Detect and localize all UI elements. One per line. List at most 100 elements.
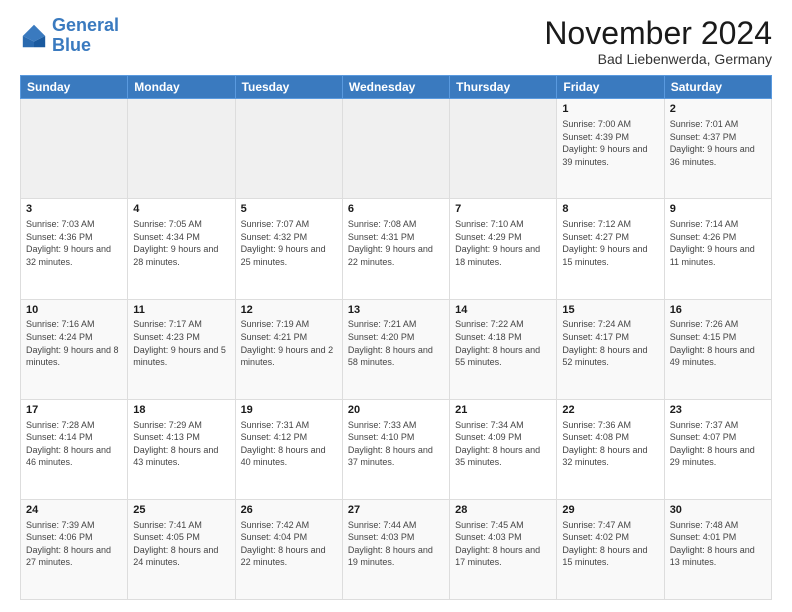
day-number: 21 [455,403,551,418]
logo-text: General Blue [52,16,119,56]
day-number: 20 [348,403,444,418]
calendar-header-row: Sunday Monday Tuesday Wednesday Thursday… [21,76,772,99]
calendar-week-1: 1Sunrise: 7:00 AMSunset: 4:39 PMDaylight… [21,99,772,199]
day-info: Sunrise: 7:41 AMSunset: 4:05 PMDaylight:… [133,519,229,569]
day-number: 1 [562,102,658,117]
col-thursday: Thursday [450,76,557,99]
day-info: Sunrise: 7:29 AMSunset: 4:13 PMDaylight:… [133,419,229,469]
day-number: 2 [670,102,766,117]
calendar-cell [235,99,342,199]
day-number: 14 [455,303,551,318]
day-info: Sunrise: 7:00 AMSunset: 4:39 PMDaylight:… [562,118,658,168]
calendar-cell: 15Sunrise: 7:24 AMSunset: 4:17 PMDayligh… [557,299,664,399]
day-info: Sunrise: 7:28 AMSunset: 4:14 PMDaylight:… [26,419,122,469]
calendar-week-3: 10Sunrise: 7:16 AMSunset: 4:24 PMDayligh… [21,299,772,399]
logo-icon [20,22,48,50]
day-number: 3 [26,202,122,217]
day-number: 26 [241,503,337,518]
col-friday: Friday [557,76,664,99]
logo-blue: Blue [52,35,91,55]
calendar-cell: 23Sunrise: 7:37 AMSunset: 4:07 PMDayligh… [664,399,771,499]
calendar-cell: 19Sunrise: 7:31 AMSunset: 4:12 PMDayligh… [235,399,342,499]
calendar-cell [128,99,235,199]
month-title: November 2024 [544,16,772,51]
day-number: 16 [670,303,766,318]
day-info: Sunrise: 7:48 AMSunset: 4:01 PMDaylight:… [670,519,766,569]
calendar-week-2: 3Sunrise: 7:03 AMSunset: 4:36 PMDaylight… [21,199,772,299]
day-info: Sunrise: 7:36 AMSunset: 4:08 PMDaylight:… [562,419,658,469]
header-area: General Blue November 2024 Bad Liebenwer… [20,16,772,67]
col-wednesday: Wednesday [342,76,449,99]
calendar-cell: 27Sunrise: 7:44 AMSunset: 4:03 PMDayligh… [342,499,449,599]
day-info: Sunrise: 7:34 AMSunset: 4:09 PMDaylight:… [455,419,551,469]
day-info: Sunrise: 7:05 AMSunset: 4:34 PMDaylight:… [133,218,229,268]
calendar-cell [342,99,449,199]
day-number: 8 [562,202,658,217]
calendar-cell: 12Sunrise: 7:19 AMSunset: 4:21 PMDayligh… [235,299,342,399]
day-number: 25 [133,503,229,518]
day-info: Sunrise: 7:03 AMSunset: 4:36 PMDaylight:… [26,218,122,268]
calendar-cell: 29Sunrise: 7:47 AMSunset: 4:02 PMDayligh… [557,499,664,599]
day-number: 11 [133,303,229,318]
day-number: 7 [455,202,551,217]
day-info: Sunrise: 7:45 AMSunset: 4:03 PMDaylight:… [455,519,551,569]
day-info: Sunrise: 7:26 AMSunset: 4:15 PMDaylight:… [670,318,766,368]
calendar-cell: 5Sunrise: 7:07 AMSunset: 4:32 PMDaylight… [235,199,342,299]
day-info: Sunrise: 7:44 AMSunset: 4:03 PMDaylight:… [348,519,444,569]
day-number: 15 [562,303,658,318]
col-monday: Monday [128,76,235,99]
subtitle: Bad Liebenwerda, Germany [544,51,772,67]
calendar-cell: 30Sunrise: 7:48 AMSunset: 4:01 PMDayligh… [664,499,771,599]
day-number: 10 [26,303,122,318]
day-info: Sunrise: 7:01 AMSunset: 4:37 PMDaylight:… [670,118,766,168]
day-number: 23 [670,403,766,418]
title-area: November 2024 Bad Liebenwerda, Germany [544,16,772,67]
day-number: 29 [562,503,658,518]
day-number: 27 [348,503,444,518]
calendar-cell: 13Sunrise: 7:21 AMSunset: 4:20 PMDayligh… [342,299,449,399]
day-info: Sunrise: 7:17 AMSunset: 4:23 PMDaylight:… [133,318,229,368]
day-number: 5 [241,202,337,217]
calendar-cell: 8Sunrise: 7:12 AMSunset: 4:27 PMDaylight… [557,199,664,299]
day-number: 4 [133,202,229,217]
calendar-cell: 10Sunrise: 7:16 AMSunset: 4:24 PMDayligh… [21,299,128,399]
calendar-cell: 18Sunrise: 7:29 AMSunset: 4:13 PMDayligh… [128,399,235,499]
day-number: 17 [26,403,122,418]
calendar-cell: 4Sunrise: 7:05 AMSunset: 4:34 PMDaylight… [128,199,235,299]
day-number: 30 [670,503,766,518]
calendar-cell: 6Sunrise: 7:08 AMSunset: 4:31 PMDaylight… [342,199,449,299]
day-info: Sunrise: 7:24 AMSunset: 4:17 PMDaylight:… [562,318,658,368]
calendar-cell [450,99,557,199]
day-info: Sunrise: 7:12 AMSunset: 4:27 PMDaylight:… [562,218,658,268]
calendar-cell: 9Sunrise: 7:14 AMSunset: 4:26 PMDaylight… [664,199,771,299]
calendar-cell: 16Sunrise: 7:26 AMSunset: 4:15 PMDayligh… [664,299,771,399]
day-info: Sunrise: 7:39 AMSunset: 4:06 PMDaylight:… [26,519,122,569]
calendar-cell: 11Sunrise: 7:17 AMSunset: 4:23 PMDayligh… [128,299,235,399]
day-info: Sunrise: 7:22 AMSunset: 4:18 PMDaylight:… [455,318,551,368]
calendar-week-4: 17Sunrise: 7:28 AMSunset: 4:14 PMDayligh… [21,399,772,499]
day-info: Sunrise: 7:21 AMSunset: 4:20 PMDaylight:… [348,318,444,368]
day-info: Sunrise: 7:19 AMSunset: 4:21 PMDaylight:… [241,318,337,368]
day-info: Sunrise: 7:08 AMSunset: 4:31 PMDaylight:… [348,218,444,268]
calendar-cell: 17Sunrise: 7:28 AMSunset: 4:14 PMDayligh… [21,399,128,499]
col-tuesday: Tuesday [235,76,342,99]
logo: General Blue [20,16,119,56]
day-number: 22 [562,403,658,418]
day-number: 12 [241,303,337,318]
day-number: 13 [348,303,444,318]
calendar-cell: 14Sunrise: 7:22 AMSunset: 4:18 PMDayligh… [450,299,557,399]
calendar-cell: 3Sunrise: 7:03 AMSunset: 4:36 PMDaylight… [21,199,128,299]
col-saturday: Saturday [664,76,771,99]
calendar-week-5: 24Sunrise: 7:39 AMSunset: 4:06 PMDayligh… [21,499,772,599]
day-info: Sunrise: 7:07 AMSunset: 4:32 PMDaylight:… [241,218,337,268]
calendar-cell: 25Sunrise: 7:41 AMSunset: 4:05 PMDayligh… [128,499,235,599]
calendar-cell: 22Sunrise: 7:36 AMSunset: 4:08 PMDayligh… [557,399,664,499]
day-number: 28 [455,503,551,518]
calendar-cell: 20Sunrise: 7:33 AMSunset: 4:10 PMDayligh… [342,399,449,499]
calendar-cell: 7Sunrise: 7:10 AMSunset: 4:29 PMDaylight… [450,199,557,299]
day-info: Sunrise: 7:16 AMSunset: 4:24 PMDaylight:… [26,318,122,368]
col-sunday: Sunday [21,76,128,99]
day-info: Sunrise: 7:33 AMSunset: 4:10 PMDaylight:… [348,419,444,469]
page: General Blue November 2024 Bad Liebenwer… [0,0,792,612]
day-number: 9 [670,202,766,217]
